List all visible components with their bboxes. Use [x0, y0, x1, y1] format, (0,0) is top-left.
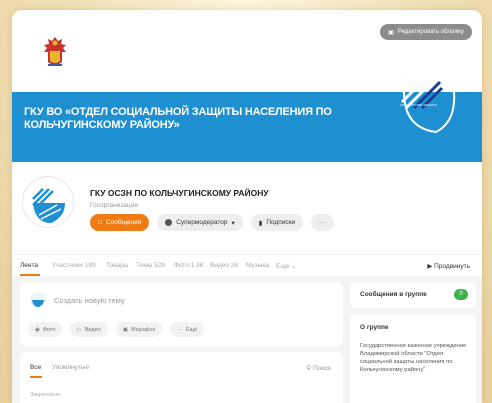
messages-button[interactable]: □ Сообщения — [90, 214, 150, 231]
group-name: ГКУ ОСЗН ПО КОЛЬЧУГИНСКОМУ РАЙОНУ — [90, 188, 269, 198]
active-tab-indicator — [20, 274, 40, 276]
camera-icon: ▣ — [388, 29, 394, 36]
avatar-logo-icon — [24, 178, 73, 227]
tab-goods[interactable]: Товары — [106, 262, 128, 269]
cover: ▣ Редактировать обложку ГКУ ВО «ОТДЕЛ СО… — [12, 10, 482, 162]
marathon-label: Марафон — [130, 326, 156, 333]
filter-all[interactable]: Все — [30, 364, 41, 371]
search-icon: ⚲ — [306, 365, 312, 372]
social-protection-logo-icon — [400, 66, 456, 134]
tab-music[interactable]: Музыка — [246, 262, 269, 269]
video-button[interactable]: ▷ Видео — [70, 322, 108, 337]
messages-button-label: Сообщения — [105, 219, 142, 226]
profile-actions: □ Сообщения Супермодератор ▾ ▮ Подписки … — [90, 214, 334, 231]
subscriptions-label: Подписки — [266, 219, 296, 226]
tab-more[interactable]: Ещё ⌄ — [276, 262, 297, 270]
feed-search[interactable]: ⚲ Поиск — [306, 364, 331, 372]
ellipsis-icon: ··· — [177, 326, 183, 333]
tab-photos[interactable]: Фото 1.9K — [174, 262, 204, 269]
group-page: ▣ Редактировать обложку ГКУ ВО «ОТДЕЛ СО… — [12, 10, 482, 403]
post-composer: Создать новую тему ◉ Фото ▷ Видео ▣ Мара… — [20, 282, 343, 346]
coat-of-arms-icon — [44, 37, 66, 66]
about-text: Государственное казенное учреждение Влад… — [360, 343, 467, 373]
camera-icon: ◉ — [35, 326, 40, 333]
tab-feed[interactable]: Лента — [20, 262, 38, 269]
chevron-down-icon: ▾ — [231, 219, 235, 227]
supermoderator-button[interactable]: Супермодератор ▾ — [157, 214, 243, 231]
more-actions-button[interactable]: ··· Ещё — [170, 322, 205, 337]
active-filter-indicator — [30, 376, 42, 378]
video-label: Видео — [84, 326, 101, 333]
marathon-button[interactable]: ▣ Марафон — [115, 322, 163, 337]
edit-cover-label: Редактировать обложку — [397, 29, 464, 35]
video-icon: ▷ — [77, 326, 82, 333]
subscriptions-button[interactable]: ▮ Подписки — [250, 214, 304, 231]
more-actions-label: Ещё — [185, 326, 198, 333]
chat-icon: □ — [98, 219, 102, 226]
composer-avatar — [30, 292, 46, 308]
supermoderator-label: Супермодератор — [176, 219, 228, 226]
edit-cover-button[interactable]: ▣ Редактировать обложку — [380, 24, 472, 40]
tab-videos[interactable]: Видео 28 — [210, 262, 238, 269]
promote-label: Продвинуть — [434, 263, 470, 270]
avatar[interactable] — [22, 176, 74, 228]
chevron-down-icon: ⌄ — [291, 263, 297, 270]
more-button[interactable]: ··· — [311, 214, 334, 231]
tab-topics[interactable]: Темы 528 — [136, 262, 165, 269]
about-group-widget: О группе Государственное казенное учрежд… — [350, 314, 476, 403]
profile-header: ГКУ ОСЗН ПО КОЛЬЧУГИНСКОМУ РАЙОНУ Госорг… — [12, 162, 482, 254]
photo-button[interactable]: ◉ Фото — [28, 322, 63, 337]
shield-icon — [165, 219, 173, 226]
messages-widget-label: Сообщения в группе — [360, 291, 427, 298]
megaphone-icon: ▶ — [427, 263, 433, 270]
search-label: Поиск — [312, 365, 331, 372]
pinned-label: Закреплено — [30, 392, 61, 398]
tab-more-label: Ещё — [276, 263, 290, 270]
feed-filter: Все Упомянутые ⚲ Поиск Закреплено — [20, 352, 343, 403]
composer-actions: ◉ Фото ▷ Видео ▣ Марафон ··· Ещё — [28, 322, 205, 337]
filter-mentioned[interactable]: Упомянутые — [52, 364, 89, 371]
cover-title: ГКУ ВО «ОТДЕЛ СОЦИАЛЬНОЙ ЗАЩИТЫ НАСЕЛЕНИ… — [24, 106, 332, 131]
bookmark-icon: ▮ — [258, 219, 263, 227]
group-nav: Лента Участники 199 Товары Темы 528 Фото… — [12, 254, 482, 276]
about-title: О группе — [360, 324, 389, 331]
group-type: Госорганизация — [90, 202, 138, 209]
logo-caption: социальная защита — [400, 102, 437, 107]
image-icon: ▣ — [122, 326, 128, 333]
promote-link[interactable]: ▶ Продвинуть — [427, 262, 470, 270]
more-label: ··· — [319, 219, 326, 226]
create-topic-input[interactable]: Создать новую тему — [54, 296, 125, 305]
photo-label: Фото — [42, 326, 56, 333]
tab-members[interactable]: Участники 199 — [52, 262, 96, 269]
messages-count-badge: 0 — [454, 289, 468, 300]
group-messages-widget[interactable]: Сообщения в группе 0 — [350, 282, 476, 308]
